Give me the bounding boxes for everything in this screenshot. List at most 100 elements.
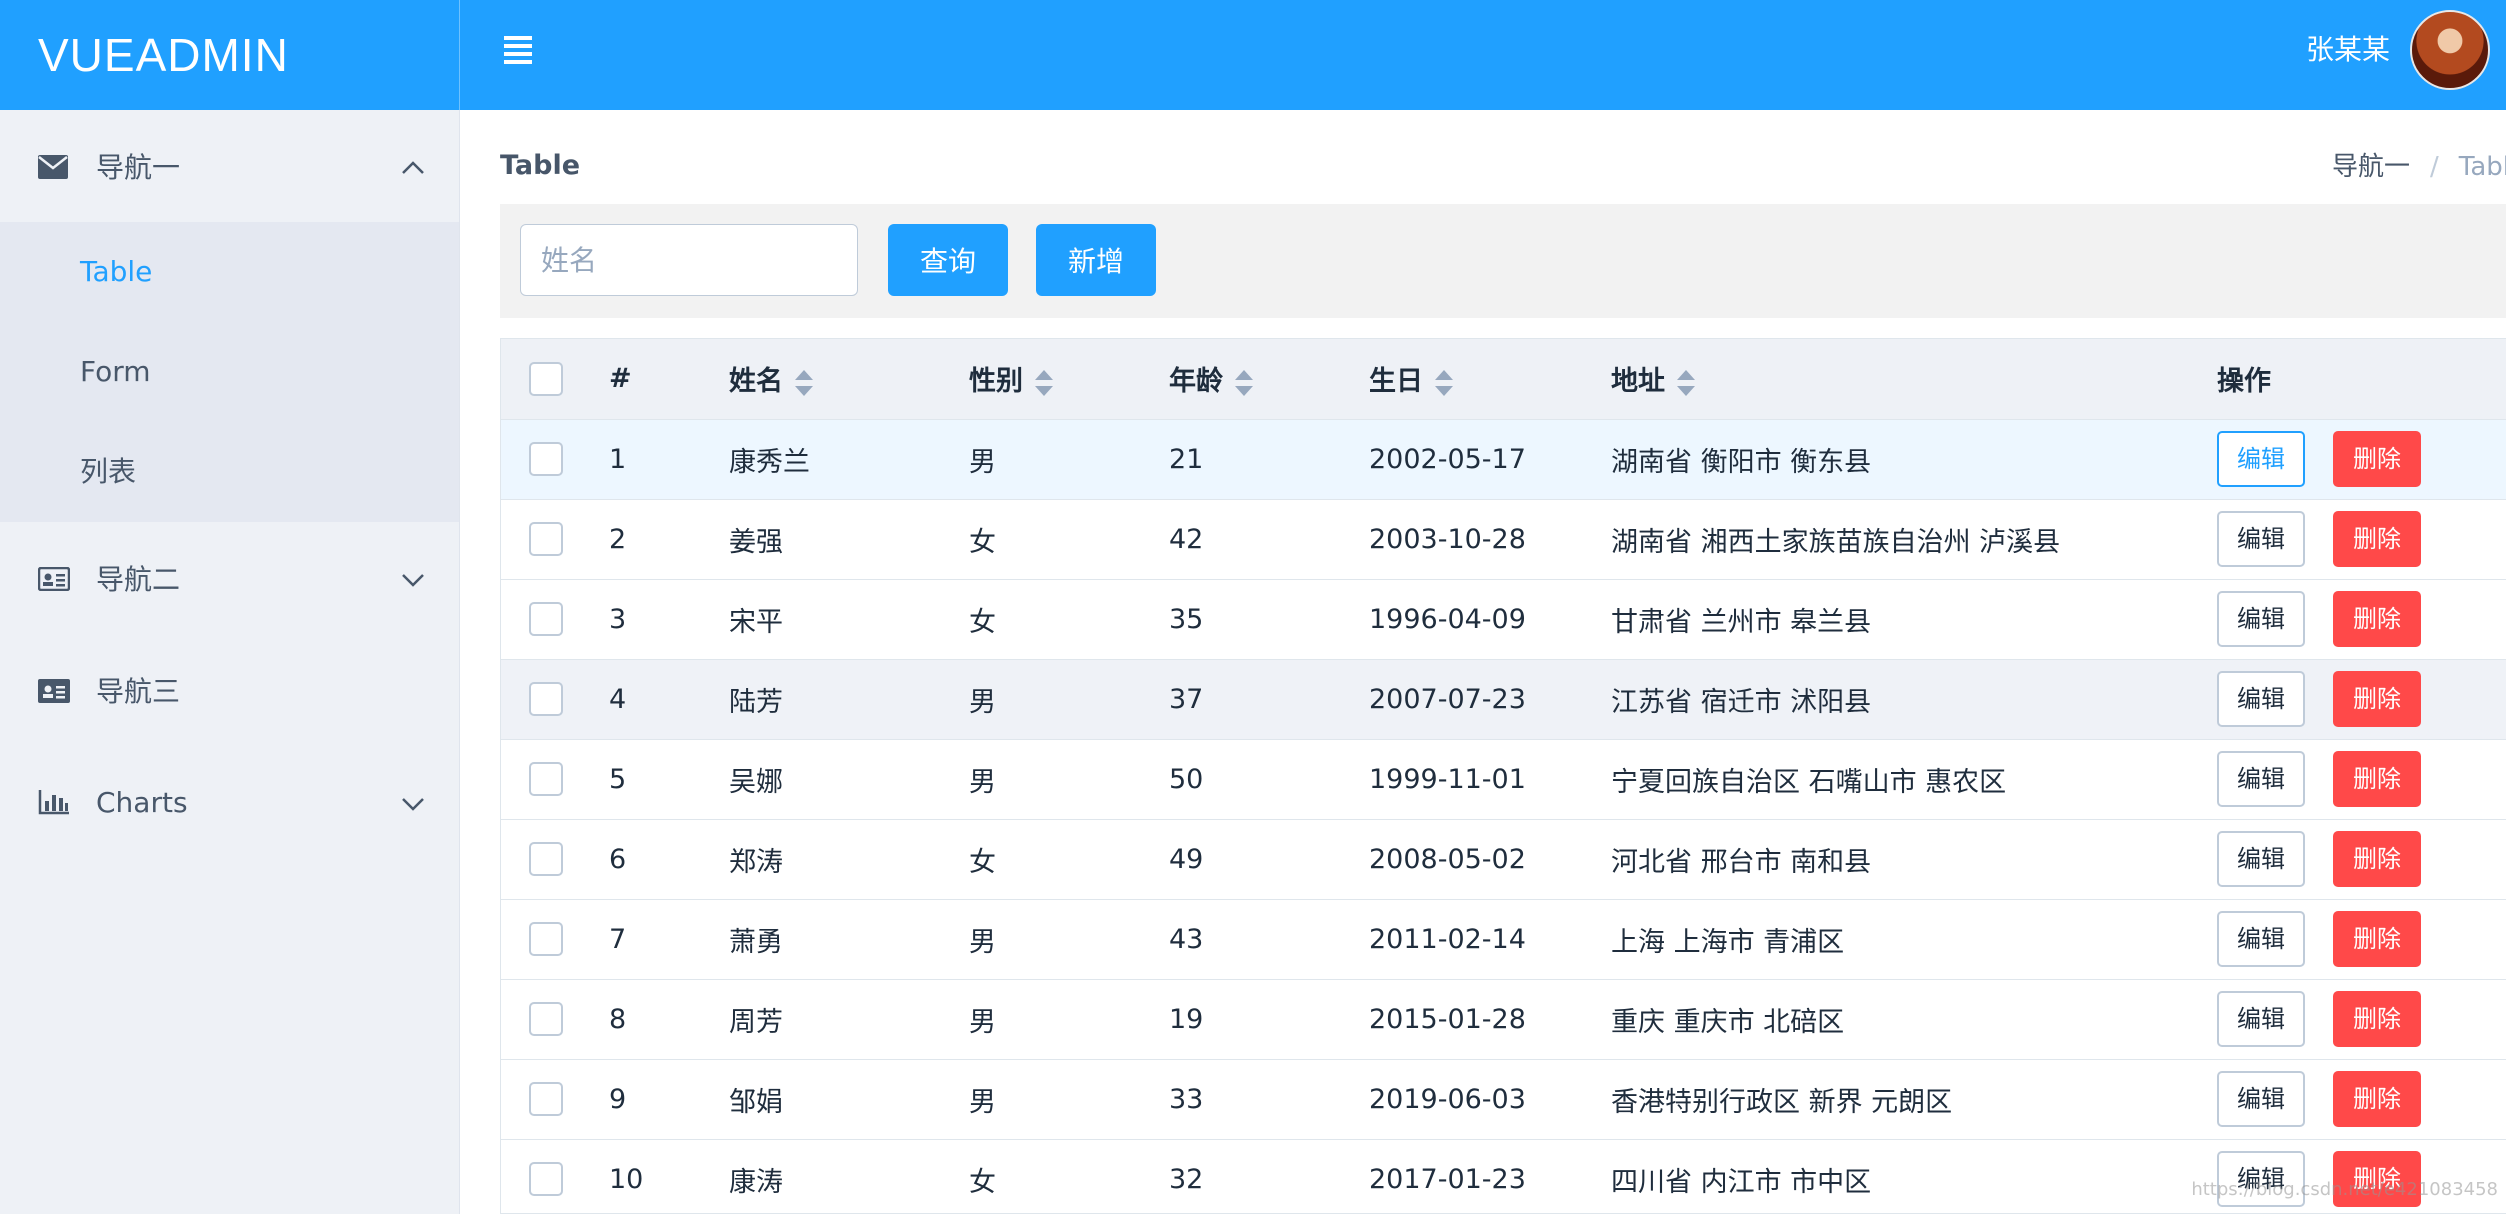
name-search-input[interactable]: [520, 224, 858, 296]
main-content: Table 导航一 / Tabl 查询 新增 # 姓名 性别: [460, 110, 2506, 1214]
edit-button[interactable]: 编辑: [2217, 671, 2305, 727]
cell-birth: 1996-04-09: [1369, 579, 1611, 660]
table-row[interactable]: 2 姜强女 42 2003-10-28 湖南省 湘西土家族苗族自治州 泸溪县 编辑 删除: [501, 499, 2506, 580]
edit-button[interactable]: 编辑: [2217, 511, 2305, 567]
sort-icon[interactable]: [1035, 369, 1053, 396]
table-row[interactable]: 7 萧勇男 43 2011-02-14 上海 上海市 青浦区 编辑 删除: [501, 899, 2506, 980]
column-header-sex[interactable]: 性别: [969, 339, 1169, 420]
row-checkbox[interactable]: [529, 1162, 563, 1196]
sidebar-group-nav2[interactable]: 导航二: [0, 522, 459, 634]
cell-index: 8: [609, 979, 729, 1060]
cell-index: 5: [609, 739, 729, 820]
edit-button[interactable]: 编辑: [2217, 591, 2305, 647]
cell-address: 甘肃省 兰州市 皋兰县: [1611, 579, 2217, 660]
row-checkbox[interactable]: [529, 842, 563, 876]
sort-icon[interactable]: [1677, 369, 1695, 396]
row-checkbox[interactable]: [529, 922, 563, 956]
row-checkbox[interactable]: [529, 442, 563, 476]
edit-button[interactable]: 编辑: [2217, 751, 2305, 807]
delete-button[interactable]: 删除: [2333, 671, 2421, 727]
cell-birth: 1999-11-01: [1369, 739, 1611, 820]
cell-index: 1: [609, 419, 729, 500]
bar-chart-icon: [38, 789, 70, 815]
sidebar-item-form[interactable]: Form: [0, 322, 459, 422]
cell-birth: 2003-10-28: [1369, 499, 1611, 580]
query-button[interactable]: 查询: [888, 224, 1008, 296]
cell-index: 2: [609, 499, 729, 580]
cell-address: 湖南省 衡阳市 衡东县: [1611, 419, 2217, 500]
edit-button[interactable]: 编辑: [2217, 1071, 2305, 1127]
cell-name: 吴娜: [729, 739, 969, 820]
column-header-name[interactable]: 姓名: [729, 339, 969, 420]
cell-birth: 2002-05-17: [1369, 419, 1611, 500]
breadcrumb-item-nav1[interactable]: 导航一: [2332, 152, 2410, 182]
cell-index: 9: [609, 1059, 729, 1140]
delete-button[interactable]: 删除: [2333, 911, 2421, 967]
sidebar-item-list[interactable]: 列表: [0, 422, 459, 522]
cell-name: 周芳: [729, 979, 969, 1060]
table-row[interactable]: 6 郑涛女 49 2008-05-02 河北省 邢台市 南和县 编辑 删除: [501, 819, 2506, 900]
cell-address: 河北省 邢台市 南和县: [1611, 819, 2217, 900]
edit-button[interactable]: 编辑: [2217, 911, 2305, 967]
cell-name: 邹娟: [729, 1059, 969, 1140]
row-checkbox[interactable]: [529, 522, 563, 556]
delete-button[interactable]: 删除: [2333, 751, 2421, 807]
sidebar-item-table[interactable]: Table: [0, 222, 459, 322]
cell-name: 萧勇: [729, 899, 969, 980]
cell-sex: 女: [969, 819, 1169, 900]
table-row[interactable]: 8 周芳男 19 2015-01-28 重庆 重庆市 北碚区 编辑 删除: [501, 979, 2506, 1060]
table-row[interactable]: 5 吴娜男 50 1999-11-01 宁夏回族自治区 石嘴山市 惠农区 编辑 删除: [501, 739, 2506, 820]
chevron-up-icon: [401, 150, 424, 174]
sort-icon[interactable]: [1235, 369, 1253, 396]
edit-button[interactable]: 编辑: [2217, 831, 2305, 887]
sort-icon[interactable]: [1435, 369, 1453, 396]
cell-sex: 男: [969, 979, 1169, 1060]
cell-index: 6: [609, 819, 729, 900]
cell-address: 重庆 重庆市 北碚区: [1611, 979, 2217, 1060]
sidebar-group-nav3[interactable]: 导航三: [0, 634, 459, 746]
cell-name: 郑涛: [729, 819, 969, 900]
page-title: Table: [500, 150, 581, 181]
id-card-icon: [37, 565, 71, 592]
delete-button[interactable]: 删除: [2333, 591, 2421, 647]
delete-button[interactable]: 删除: [2333, 991, 2421, 1047]
sidebar-group-charts[interactable]: Charts: [0, 746, 459, 858]
row-checkbox[interactable]: [529, 602, 563, 636]
cell-birth: 2007-07-23: [1369, 659, 1611, 740]
cell-sex: 男: [969, 419, 1169, 500]
user-avatar[interactable]: [2410, 10, 2490, 90]
delete-button[interactable]: 删除: [2333, 831, 2421, 887]
select-all-checkbox[interactable]: [529, 361, 563, 396]
table-row[interactable]: 10 康涛女 32 2017-01-23 四川省 内江市 市中区 编辑 删除: [501, 1139, 2506, 1213]
user-name[interactable]: 张某某: [2306, 0, 2390, 100]
row-checkbox[interactable]: [529, 1082, 563, 1116]
watermark: https://blog.csdn.net/e421083458: [2191, 1179, 2498, 1200]
table-row[interactable]: 3 宋平女 35 1996-04-09 甘肃省 兰州市 皋兰县 编辑 删除: [501, 579, 2506, 660]
delete-button[interactable]: 删除: [2333, 431, 2421, 487]
table-row[interactable]: 4 陆芳男 37 2007-07-23 江苏省 宿迁市 沭阳县 编辑 删除: [501, 659, 2506, 740]
chevron-down-icon: [401, 562, 424, 587]
row-checkbox[interactable]: [529, 1002, 563, 1036]
column-header-birth[interactable]: 生日: [1369, 339, 1611, 420]
users-table: # 姓名 性别 年龄 生日 地址 操作 1 康秀兰男 21 2002-05-17 湖南省…: [500, 338, 2506, 1214]
delete-button[interactable]: 删除: [2333, 1071, 2421, 1127]
sidebar-group-label: 导航二: [96, 563, 181, 596]
menu-toggle-icon[interactable]: [504, 36, 534, 66]
sidebar-group-nav1[interactable]: 导航一: [0, 110, 459, 222]
add-button[interactable]: 新增: [1036, 224, 1156, 296]
column-header-age[interactable]: 年龄: [1169, 339, 1369, 420]
row-checkbox[interactable]: [529, 682, 563, 716]
app-logo: VUEADMIN: [0, 0, 460, 110]
breadcrumb-item-current: Tabl: [2458, 152, 2506, 182]
edit-button[interactable]: 编辑: [2217, 431, 2305, 487]
delete-button[interactable]: 删除: [2333, 511, 2421, 567]
sort-icon[interactable]: [795, 369, 813, 396]
column-header-address[interactable]: 地址: [1611, 339, 2217, 420]
cell-index: 10: [609, 1139, 729, 1213]
edit-button[interactable]: 编辑: [2217, 991, 2305, 1047]
row-checkbox[interactable]: [529, 762, 563, 796]
table-row[interactable]: 9 邹娟男 33 2019-06-03 香港特别行政区 新界 元朗区 编辑 删除: [501, 1059, 2506, 1140]
cell-birth: 2019-06-03: [1369, 1059, 1611, 1140]
table-row[interactable]: 1 康秀兰男 21 2002-05-17 湖南省 衡阳市 衡东县 编辑 删除: [501, 419, 2506, 500]
envelope-icon: [38, 153, 70, 179]
